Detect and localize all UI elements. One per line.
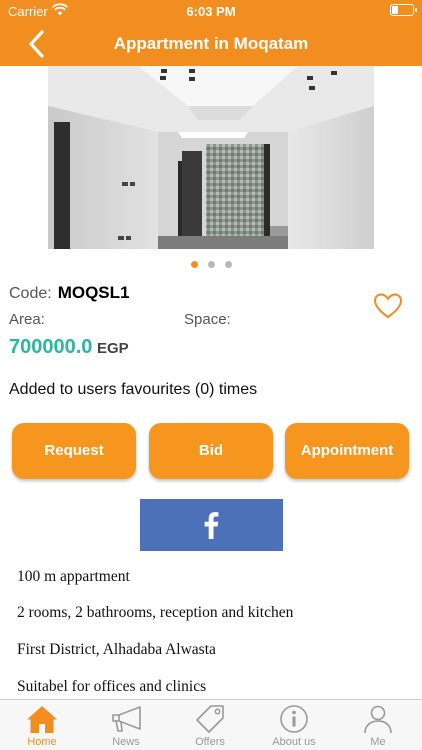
status-bar: Carrier 6:03 PM bbox=[0, 0, 422, 22]
appointment-button[interactable]: Appointment bbox=[285, 423, 409, 479]
info-icon bbox=[280, 705, 308, 733]
currency-label: EGP bbox=[97, 340, 129, 357]
tab-news[interactable]: News bbox=[84, 700, 168, 750]
home-icon bbox=[27, 706, 57, 733]
status-time: 6:03 PM bbox=[186, 4, 236, 19]
facebook-share-button[interactable] bbox=[140, 499, 283, 551]
bid-button[interactable]: Bid bbox=[149, 423, 273, 479]
tab-label: Offers bbox=[195, 736, 225, 748]
tab-home[interactable]: Home bbox=[0, 700, 84, 750]
megaphone-icon bbox=[112, 706, 141, 732]
code-row: Code: MOQSL1 bbox=[9, 283, 130, 303]
favourites-count-text: Added to users favourites (0) times bbox=[9, 381, 258, 398]
property-photo-image bbox=[48, 66, 374, 249]
tab-about-us[interactable]: About us bbox=[252, 700, 336, 750]
description-line: 100 m appartment bbox=[17, 568, 130, 585]
area-label: Area: bbox=[9, 311, 45, 328]
tag-icon bbox=[196, 705, 224, 733]
tab-me[interactable]: Me bbox=[336, 700, 420, 750]
code-label: Code: bbox=[9, 285, 52, 302]
description-line: First District, Alhadaba Alwasta bbox=[17, 641, 216, 658]
heart-icon[interactable] bbox=[373, 292, 403, 320]
description-line: Suitabel for offices and clinics bbox=[17, 678, 207, 695]
carousel-dots bbox=[0, 261, 422, 269]
space-label: Space: bbox=[184, 311, 231, 328]
page-title: Appartment in Moqatam bbox=[113, 34, 309, 53]
tab-label: News bbox=[112, 736, 140, 748]
nav-bar: Appartment in Moqatam bbox=[0, 22, 422, 66]
request-button[interactable]: Request bbox=[12, 423, 136, 479]
carousel-dot[interactable] bbox=[224, 261, 232, 268]
tab-label: Home bbox=[27, 736, 57, 748]
battery-icon bbox=[390, 4, 417, 16]
facebook-icon bbox=[204, 512, 219, 539]
code-value: MOQSL1 bbox=[57, 283, 130, 302]
carousel-dot[interactable] bbox=[190, 261, 198, 268]
carousel-dot[interactable] bbox=[207, 261, 215, 268]
description-line: 2 rooms, 2 bathrooms, reception and kitc… bbox=[17, 604, 294, 621]
tab-label: Me bbox=[370, 736, 386, 748]
tab-bar: Home News Offers About us Me bbox=[0, 699, 422, 750]
property-photo[interactable] bbox=[48, 66, 374, 249]
tab-offers[interactable]: Offers bbox=[168, 700, 252, 750]
price-value: 700000.0 bbox=[9, 336, 93, 358]
user-icon bbox=[364, 705, 392, 734]
tab-label: About us bbox=[272, 736, 316, 748]
